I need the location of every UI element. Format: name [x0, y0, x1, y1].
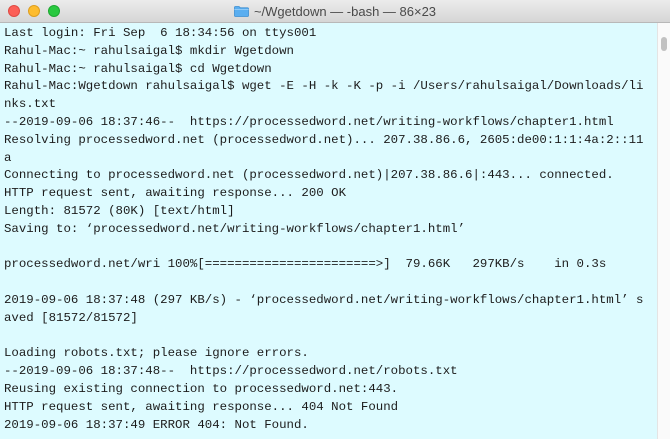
- terminal-line: a: [4, 150, 12, 165]
- title-bar[interactable]: ~/Wgetdown — -bash — 86×23: [0, 0, 670, 23]
- terminal-line: HTTP request sent, awaiting response... …: [4, 399, 399, 414]
- terminal-line: --2019-09-06 18:37:46-- https://processe…: [4, 114, 614, 129]
- terminal-line: Reusing existing connection to processed…: [4, 381, 399, 396]
- terminal-line: Connecting to processedword.net (process…: [4, 168, 614, 183]
- terminal-output[interactable]: Last login: Fri Sep 6 18:34:56 on ttys00…: [0, 23, 656, 439]
- terminal-line: HTTP request sent, awaiting response... …: [4, 186, 347, 201]
- terminal-line: --2019-09-06 18:37:48-- https://processe…: [4, 364, 458, 379]
- terminal-line: Last login: Fri Sep 6 18:34:56 on ttys00…: [4, 26, 317, 40]
- terminal-line: 2019-09-06 18:37:48 (297 KB/s) - ‘proces…: [4, 292, 644, 307]
- scrollbar-thumb[interactable]: [661, 37, 667, 51]
- terminal-line: Rahul-Mac:~ rahulsaigal$ cd Wgetdown: [4, 61, 272, 76]
- window-title-container: ~/Wgetdown — -bash — 86×23: [0, 0, 670, 22]
- terminal-line: Saving to: ‘processedword.net/writing-wo…: [4, 221, 466, 236]
- terminal-line: Rahul-Mac:Wgetdown rahulsaigal$ wget -E …: [4, 79, 644, 94]
- terminal-line: 2019-09-06 18:37:49 ERROR 404: Not Found…: [4, 417, 309, 432]
- terminal-window: ~/Wgetdown — -bash — 86×23 Last login: F…: [0, 0, 670, 439]
- terminal-line: processedword.net/wri 100%[=============…: [4, 257, 607, 272]
- terminal-line: Rahul-Mac:~ rahulsaigal$ mkdir Wgetdown: [4, 43, 294, 58]
- terminal-line: Length: 81572 (80K) [text/html]: [4, 203, 235, 218]
- terminal-line: Resolving processedword.net (processedwo…: [4, 132, 644, 147]
- terminal-line: Loading robots.txt; please ignore errors…: [4, 346, 309, 361]
- terminal-line: nks.txt: [4, 97, 57, 112]
- window-title: ~/Wgetdown — -bash — 86×23: [253, 3, 437, 19]
- folder-icon: [234, 5, 249, 17]
- terminal-line: aved [81572/81572]: [4, 310, 138, 325]
- vertical-scrollbar[interactable]: [657, 23, 670, 439]
